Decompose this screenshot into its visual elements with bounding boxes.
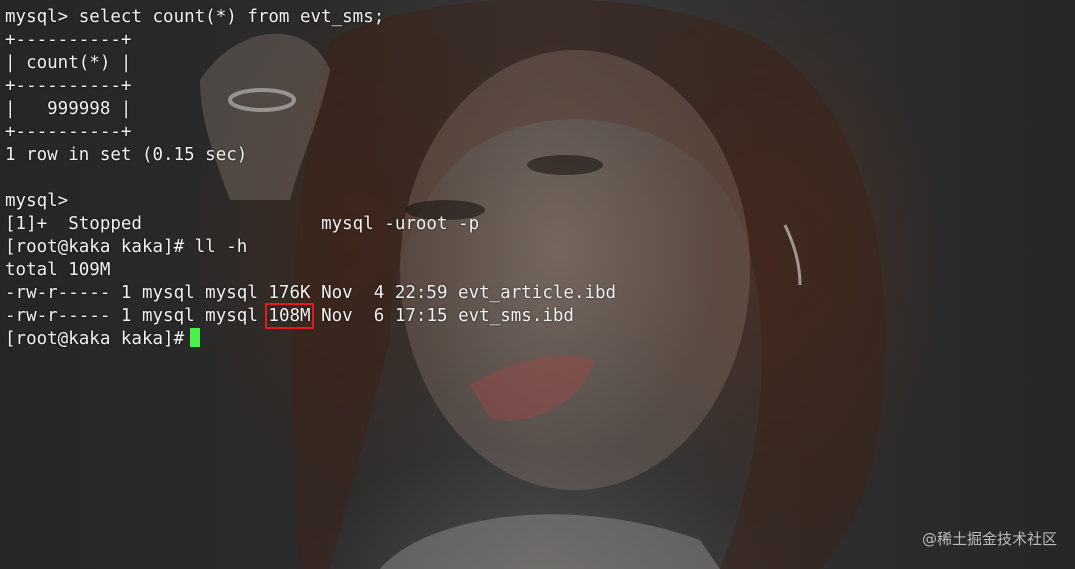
shoulder-shape xyxy=(380,514,720,569)
terminal-line: mysql> select count(*) from evt_sms; xyxy=(5,7,385,27)
terminal-prompt-line[interactable]: [root@kaka kaka]# xyxy=(5,328,616,351)
terminal-line: -rw-r----- 1 mysql mysql 176K Nov 4 22:5… xyxy=(5,283,617,303)
terminal-line: +----------+ xyxy=(5,30,132,50)
terminal-line: | 999998 | xyxy=(5,99,132,119)
terminal-line: +----------+ xyxy=(5,76,132,96)
terminal-line: mysql> xyxy=(5,191,69,211)
terminal-line: [root@kaka kaka]# ll -h xyxy=(5,237,248,257)
highlighted-file-size: 108M xyxy=(265,303,314,329)
shell-prompt: [root@kaka kaka]# xyxy=(5,329,185,349)
terminal-cursor[interactable] xyxy=(190,328,201,347)
file-perms-text: -rw-r----- 1 mysql mysql xyxy=(5,306,269,326)
terminal-line: [1]+ Stopped mysql -uroot -p xyxy=(5,214,480,234)
file-date-name-text: Nov 6 17:15 evt_sms.ibd xyxy=(310,306,574,326)
terminal-window[interactable]: mysql> select count(*) from evt_sms; +--… xyxy=(0,0,1075,569)
terminal-line-highlighted: -rw-r----- 1 mysql mysql 108M Nov 6 17:1… xyxy=(5,303,616,329)
terminal-line: +----------+ xyxy=(5,122,132,142)
terminal-output: mysql> select count(*) from evt_sms; +--… xyxy=(5,6,616,351)
terminal-line: 1 row in set (0.15 sec) xyxy=(5,145,248,165)
watermark: @稀土掘金技术社区 xyxy=(921,530,1057,548)
terminal-line: total 109M xyxy=(5,260,111,280)
terminal-line: | count(*) | xyxy=(5,53,132,73)
